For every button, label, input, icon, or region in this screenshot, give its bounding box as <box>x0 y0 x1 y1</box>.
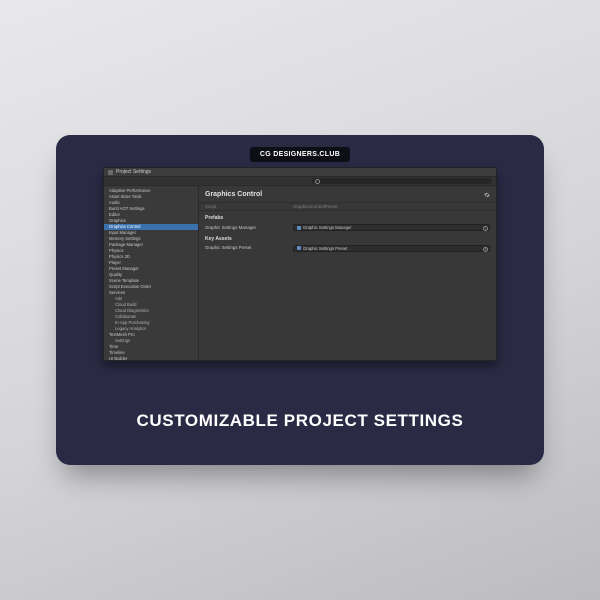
sidebar-item[interactable]: UI Builder <box>104 356 198 360</box>
main-header: Graphics Control <box>199 186 496 203</box>
object-picker-icon[interactable] <box>483 247 488 252</box>
object-field-value: Graphic Settings Manager <box>303 225 352 231</box>
property-label: Graphic Settings Preset <box>205 245 293 251</box>
settings-tab-icon <box>108 170 113 175</box>
script-value: GraphicsControlPreset <box>293 204 490 210</box>
settings-sidebar: Adaptive PerformanceAsset Store ToolsAud… <box>104 186 199 360</box>
object-field-value: Graphic Settings Preset <box>303 246 347 252</box>
property-row: Graphic Settings Manager Graphic Settings… <box>199 223 496 232</box>
promo-card: CG DESIGNERS.CLUB Project Settings Adapt… <box>56 135 544 465</box>
gear-icon[interactable] <box>484 192 490 198</box>
script-row: Script GraphicsControlPreset <box>199 203 496 211</box>
property-row: Graphic Settings Preset Graphic Settings … <box>199 244 496 253</box>
object-field[interactable]: Graphic Settings Preset <box>293 245 490 252</box>
main-title: Graphics Control <box>205 190 262 199</box>
section-header: Key Assets <box>199 232 496 244</box>
property-label: Graphic Settings Manager <box>205 225 293 231</box>
section-header: Prefabs <box>199 211 496 223</box>
prefab-icon <box>297 246 301 250</box>
promo-caption: CUSTOMIZABLE PROJECT SETTINGS <box>56 411 544 431</box>
window-title: Project Settings <box>116 169 151 176</box>
window-toolbar <box>104 177 496 186</box>
prefab-icon <box>297 226 301 230</box>
search-input[interactable] <box>312 178 492 184</box>
settings-main-panel: Graphics Control Script GraphicsControlP… <box>199 186 496 360</box>
brand-pill: CG DESIGNERS.CLUB <box>250 147 350 162</box>
object-picker-icon[interactable] <box>483 226 488 231</box>
object-field[interactable]: Graphic Settings Manager <box>293 224 490 231</box>
project-settings-window: Project Settings Adaptive PerformanceAss… <box>103 167 497 361</box>
script-label: Script <box>205 204 293 210</box>
window-titlebar: Project Settings <box>104 168 496 177</box>
